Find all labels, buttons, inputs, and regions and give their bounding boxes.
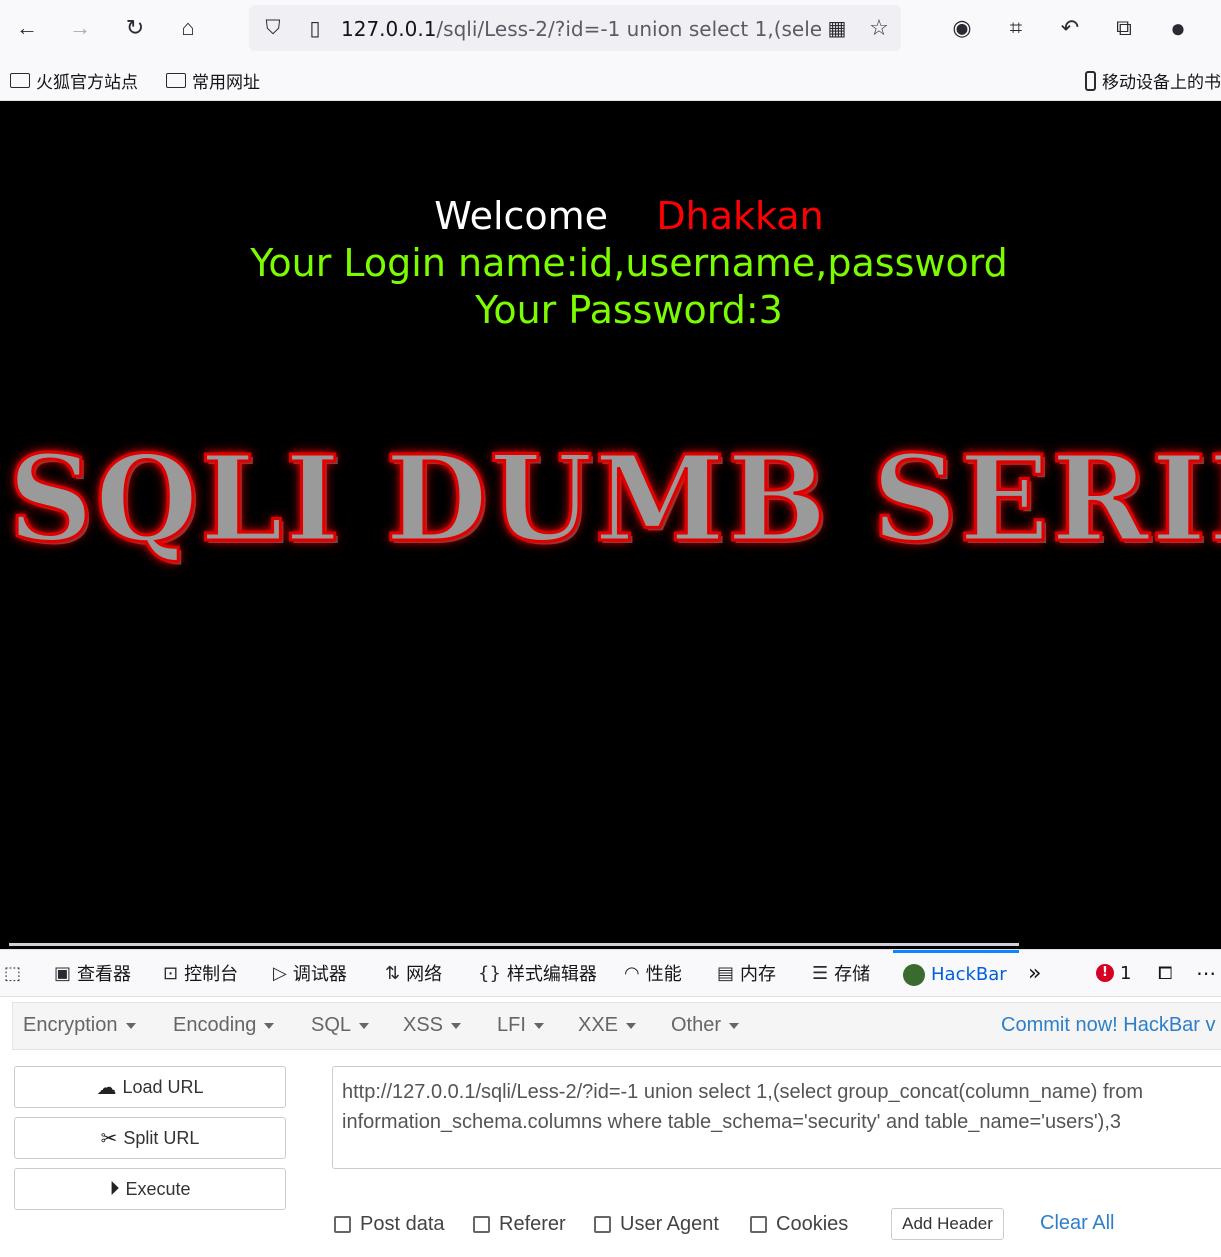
menu-xss[interactable]: XSS: [403, 1014, 462, 1037]
menu-other[interactable]: Other: [671, 1014, 740, 1037]
welcome-text: Welcome: [434, 194, 609, 238]
folder-icon: [10, 73, 30, 88]
hackbar-logo-icon: [903, 963, 925, 986]
add-header-button[interactable]: Add Header: [891, 1208, 1004, 1240]
page-icon[interactable]: ▯: [297, 10, 333, 46]
menu-lfi[interactable]: LFI: [497, 1014, 544, 1037]
network-icon: ⇅: [385, 962, 401, 984]
reload-icon[interactable]: ↻: [117, 10, 153, 46]
bookmarks-bar: 火狐官方站点 常用网址 移动设备上的书: [0, 56, 1221, 101]
tab-memory[interactable]: ▤ 内存: [717, 950, 776, 996]
undo-icon[interactable]: ↶: [1052, 10, 1088, 46]
play-icon: ⏵: [109, 1177, 120, 1200]
url-text[interactable]: 127.0.0.1/sqli/Less-2/?id=-1 union selec…: [341, 17, 821, 41]
split-url-button[interactable]: ✂ Split URL: [14, 1117, 286, 1159]
page-content: Welcome Dhakkan Your Login name:id,usern…: [0, 101, 1221, 949]
tab-performance[interactable]: ◠ 性能: [624, 950, 682, 996]
user-name: Dhakkan: [656, 194, 824, 238]
clear-all-link[interactable]: Clear All: [1040, 1212, 1114, 1235]
back-icon[interactable]: ←: [9, 10, 45, 46]
storage-icon: ☰: [812, 962, 829, 984]
responsive-design-icon[interactable]: ⧠: [1158, 950, 1172, 996]
qr-code-icon[interactable]: ▦: [819, 10, 855, 46]
tab-network[interactable]: ⇅ 网络: [385, 950, 442, 996]
caret-down-icon: [359, 1022, 370, 1029]
login-name-line: Your Login name:id,username,password: [250, 241, 1008, 285]
hackbar-menu: Encryption Encoding SQL XSS LFI XXE Othe…: [12, 1002, 1221, 1050]
error-count[interactable]: ! 1: [1096, 950, 1131, 996]
home-icon[interactable]: ⌂: [170, 10, 206, 46]
caret-down-icon: [533, 1022, 544, 1029]
gauge-icon: ◠: [624, 962, 640, 984]
bookmark-folder[interactable]: 火狐官方站点: [10, 68, 138, 93]
tab-hackbar[interactable]: HackBar: [893, 950, 1019, 996]
mobile-bookmarks[interactable]: 移动设备上的书: [1085, 68, 1221, 93]
tab-console[interactable]: ⊡ 控制台: [163, 950, 238, 996]
braces-icon: {}: [478, 962, 501, 984]
commit-link[interactable]: Commit now! HackBar v: [1001, 1014, 1216, 1037]
menu-encoding[interactable]: Encoding: [173, 1014, 275, 1037]
error-icon: !: [1096, 964, 1114, 982]
bookmark-folder[interactable]: 常用网址: [166, 68, 260, 93]
tab-style-editor[interactable]: {} 样式编辑器: [478, 950, 597, 996]
devtools-toolbar: ⬚ ▣ 查看器 ⊡ 控制台 ▷ 调试器 ⇅ 网络 {} 样式编辑器 ◠ 性能 ▤ 内存 ☰ 存储…: [0, 949, 1221, 997]
folder-icon: [166, 73, 186, 88]
url-textarea[interactable]: http://127.0.0.1/sqli/Less-2/?id=-1 unio…: [332, 1066, 1221, 1169]
post-data-checkbox[interactable]: Post data: [334, 1213, 445, 1236]
browser-toolbar: ← → ↻ ⌂ ⛉ ▯ 127.0.0.1/sqli/Less-2/?id=-1…: [0, 0, 1221, 56]
address-bar[interactable]: ⛉ ▯ 127.0.0.1/sqli/Less-2/?id=-1 union s…: [249, 5, 901, 51]
cookies-checkbox[interactable]: Cookies: [750, 1213, 848, 1236]
inspector-icon: ▣: [54, 962, 72, 984]
caret-down-icon: [626, 1022, 637, 1029]
horizontal-scrollbar[interactable]: [9, 943, 1019, 946]
crop-icon[interactable]: ⌗: [998, 10, 1034, 46]
menu-circle-icon[interactable]: ●: [1160, 10, 1196, 46]
mobile-icon: [1085, 70, 1096, 91]
star-icon[interactable]: ☆: [861, 10, 897, 46]
cloud-download-icon: ☁: [96, 1076, 117, 1099]
account-icon[interactable]: ◉: [944, 10, 980, 46]
console-icon: ⊡: [163, 962, 179, 984]
tab-debugger[interactable]: ▷ 调试器: [273, 950, 347, 996]
caret-down-icon: [264, 1022, 275, 1029]
tab-inspector[interactable]: ▣ 查看器: [54, 950, 131, 996]
menu-encryption[interactable]: Encryption: [23, 1014, 136, 1037]
memory-icon: ▤: [717, 962, 735, 984]
menu-sql[interactable]: SQL: [311, 1014, 370, 1037]
menu-xxe[interactable]: XXE: [578, 1014, 637, 1037]
caret-down-icon: [451, 1022, 462, 1029]
more-tabs-icon[interactable]: »: [1028, 950, 1041, 996]
picker-icon[interactable]: ⬚: [4, 950, 21, 996]
extensions-icon[interactable]: ⧉: [1106, 10, 1142, 46]
forward-icon[interactable]: →: [62, 10, 98, 46]
password-line: Your Password:3: [475, 288, 783, 332]
debugger-icon: ▷: [273, 962, 287, 984]
caret-down-icon: [729, 1022, 740, 1029]
welcome-line: Welcome Dhakkan: [0, 194, 1221, 238]
caret-down-icon: [125, 1022, 136, 1029]
referer-checkbox[interactable]: Referer: [473, 1213, 566, 1236]
more-options-icon[interactable]: ⋯: [1196, 950, 1216, 996]
scissors-icon: ✂: [100, 1127, 118, 1150]
load-url-button[interactable]: ☁ Load URL: [14, 1066, 286, 1108]
user-agent-checkbox[interactable]: User Agent: [594, 1213, 719, 1236]
execute-button[interactable]: ⏵ Execute: [14, 1168, 286, 1210]
shield-icon[interactable]: ⛉: [255, 10, 291, 46]
sqli-banner: SQLI DUMB SERIES: [7, 428, 1221, 570]
tab-storage[interactable]: ☰ 存储: [812, 950, 870, 996]
